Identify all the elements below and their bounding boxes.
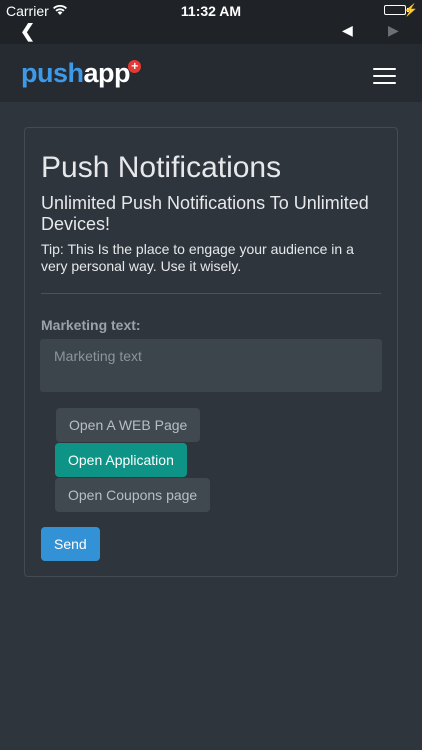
page-title: Push Notifications [41, 151, 282, 184]
play-right-icon[interactable]: ▶ [388, 22, 399, 39]
browser-nav-row: ❮ ◀ ▶ [0, 21, 422, 44]
lightning-bolt-icon: ⚡ [403, 3, 418, 17]
tip-text: Tip: This Is the place to engage your au… [41, 241, 354, 274]
play-left-icon[interactable]: ◀ [342, 22, 353, 39]
open-application-button[interactable]: Open Application [55, 443, 187, 477]
divider [41, 293, 381, 294]
push-notifications-card: Push Notifications Unlimited Push Notifi… [24, 127, 398, 577]
page-subtitle: Unlimited Push Notifications To Unlimite… [41, 193, 369, 234]
status-bar: Carrier 11:32 AM ⚡ [0, 0, 422, 22]
status-time: 11:32 AM [180, 3, 242, 19]
app-screen: Carrier 11:32 AM ⚡ ❮ ◀ ▶ pushapp + Push … [0, 0, 422, 750]
logo-app-text: app [83, 58, 131, 88]
chevron-left-icon[interactable]: ❮ [20, 21, 35, 42]
menu-line [373, 82, 396, 84]
open-coupons-page-button[interactable]: Open Coupons page [55, 478, 211, 512]
marketing-text-input[interactable] [40, 339, 382, 392]
plus-badge-icon: + [128, 60, 142, 73]
marketing-text-label: Marketing text: [41, 317, 141, 333]
pushapp-logo[interactable]: pushapp + [21, 58, 142, 88]
menu-line [373, 75, 396, 77]
open-web-page-button[interactable]: Open A WEB Page [56, 408, 201, 442]
logo-push-text: push [21, 58, 84, 88]
hamburger-menu-icon[interactable] [373, 68, 396, 84]
send-button[interactable]: Send [41, 527, 100, 561]
app-header: pushapp + [0, 44, 422, 102]
menu-line [373, 68, 396, 70]
